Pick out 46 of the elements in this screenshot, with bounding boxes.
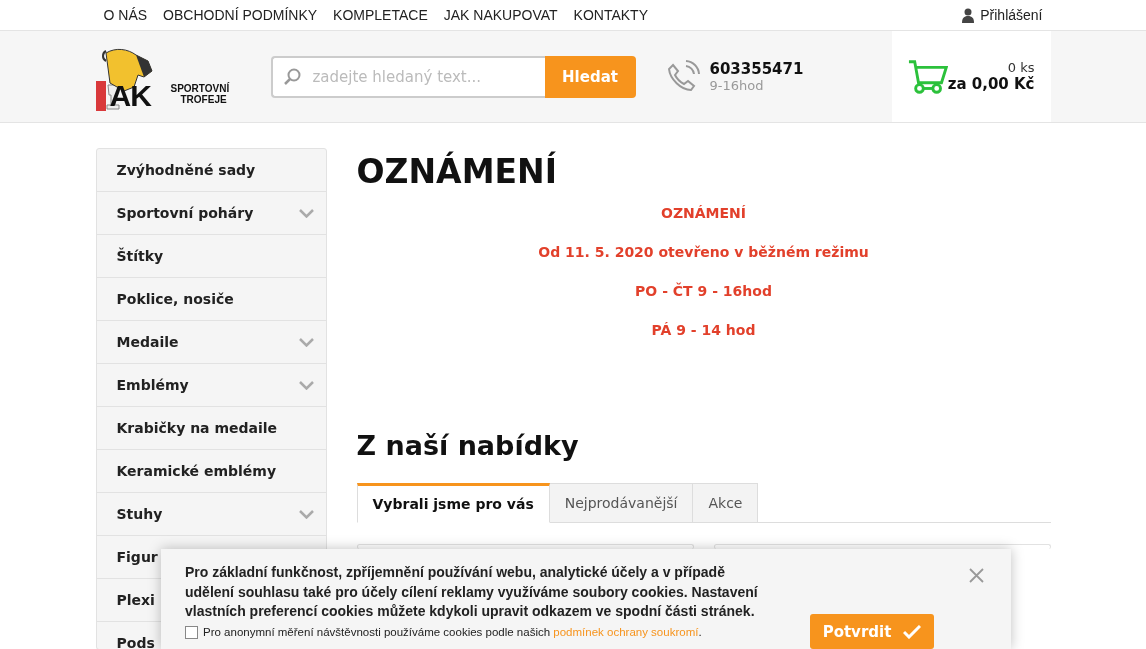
category-item[interactable]: Sportovní poháry [96,191,326,234]
cart-total: za 0,00 Kč [947,75,1035,93]
tab[interactable]: Vybrali jsme pro vás [356,483,550,523]
nav-link[interactable]: KOMPLETACE [325,7,436,23]
chevron-down-icon[interactable] [298,380,314,390]
user-icon [962,7,975,23]
category-item[interactable]: Stuhy [96,492,326,535]
opening-hours: 9-16hod [709,78,765,93]
cart-icon [907,58,948,95]
page-heading: OZNÁMENÍ [356,150,558,191]
logo-text: TROFEJE [180,93,227,105]
nav-link[interactable]: JAK NAKUPOVAT [435,7,566,23]
chevron-down-icon[interactable] [298,509,314,519]
announcement-text: PÁ 9 - 14 hod [650,322,757,338]
nav-link[interactable]: O NÁS [95,7,156,23]
category-item[interactable]: Keramické emblémy [96,449,326,492]
chevron-down-icon[interactable] [298,208,314,218]
nav-link[interactable]: OBCHODNÍ PODMÍNKY [155,7,326,23]
cart-panel[interactable]: 0 ks za 0,00 Kč [891,31,1051,122]
category-item[interactable]: Štítky [96,234,326,277]
category-item[interactable]: Krabičky na medaile [96,406,326,449]
cookie-notice: Pro základní funkčnost, zpříjemnění používání webu, analytické účely a v případě udělení souhlasu také pro účely cílení reklamy využíváme soubory cookies. Nastavení vlastních preferencí cookies můžete kdykoli upravit odkazem ve spodní části stránek. [185,563,759,621]
announcement-text: PO - ČT 9 - 16hod [634,283,773,299]
category-item[interactable]: Poklice, nosiče [96,277,326,320]
close-icon[interactable] [969,568,984,583]
chevron-down-icon[interactable] [298,337,314,347]
logo[interactable]: AK SPORTOVNÍ TROFEJE [95,42,241,111]
category-item[interactable]: Emblémy [96,363,326,406]
tab[interactable]: Akce [693,483,759,523]
logo-letters: AK [109,78,151,113]
section-heading: Z naší nabídky [356,430,580,461]
announcement-text: Od 11. 5. 2020 otevřeno v běžném režimu [537,244,870,260]
category-item[interactable]: Zvýhodněné sady [96,149,326,191]
phone-number: 603355471 [709,60,804,78]
tab[interactable]: Nejprodávanější [549,483,694,523]
consent-text: Pro anonymní měření návštěvnosti používáme cookies podle našich podmínek ochrany soukromí. [203,626,702,638]
checkbox[interactable] [185,625,198,639]
nav-link[interactable]: KONTAKTY [565,7,656,23]
search-field[interactable]: zadejte hledaný text... [270,55,545,98]
cart-count: 0 ks [1006,60,1035,75]
logo-text: SPORTOVNÍ [170,82,230,94]
checkmark-icon [903,624,922,639]
phone-icon [665,59,700,94]
login-link[interactable]: Přihlášení [980,7,1043,23]
announcement-text: OZNÁMENÍ [660,205,747,221]
category-item[interactable]: Medaile [96,320,326,363]
